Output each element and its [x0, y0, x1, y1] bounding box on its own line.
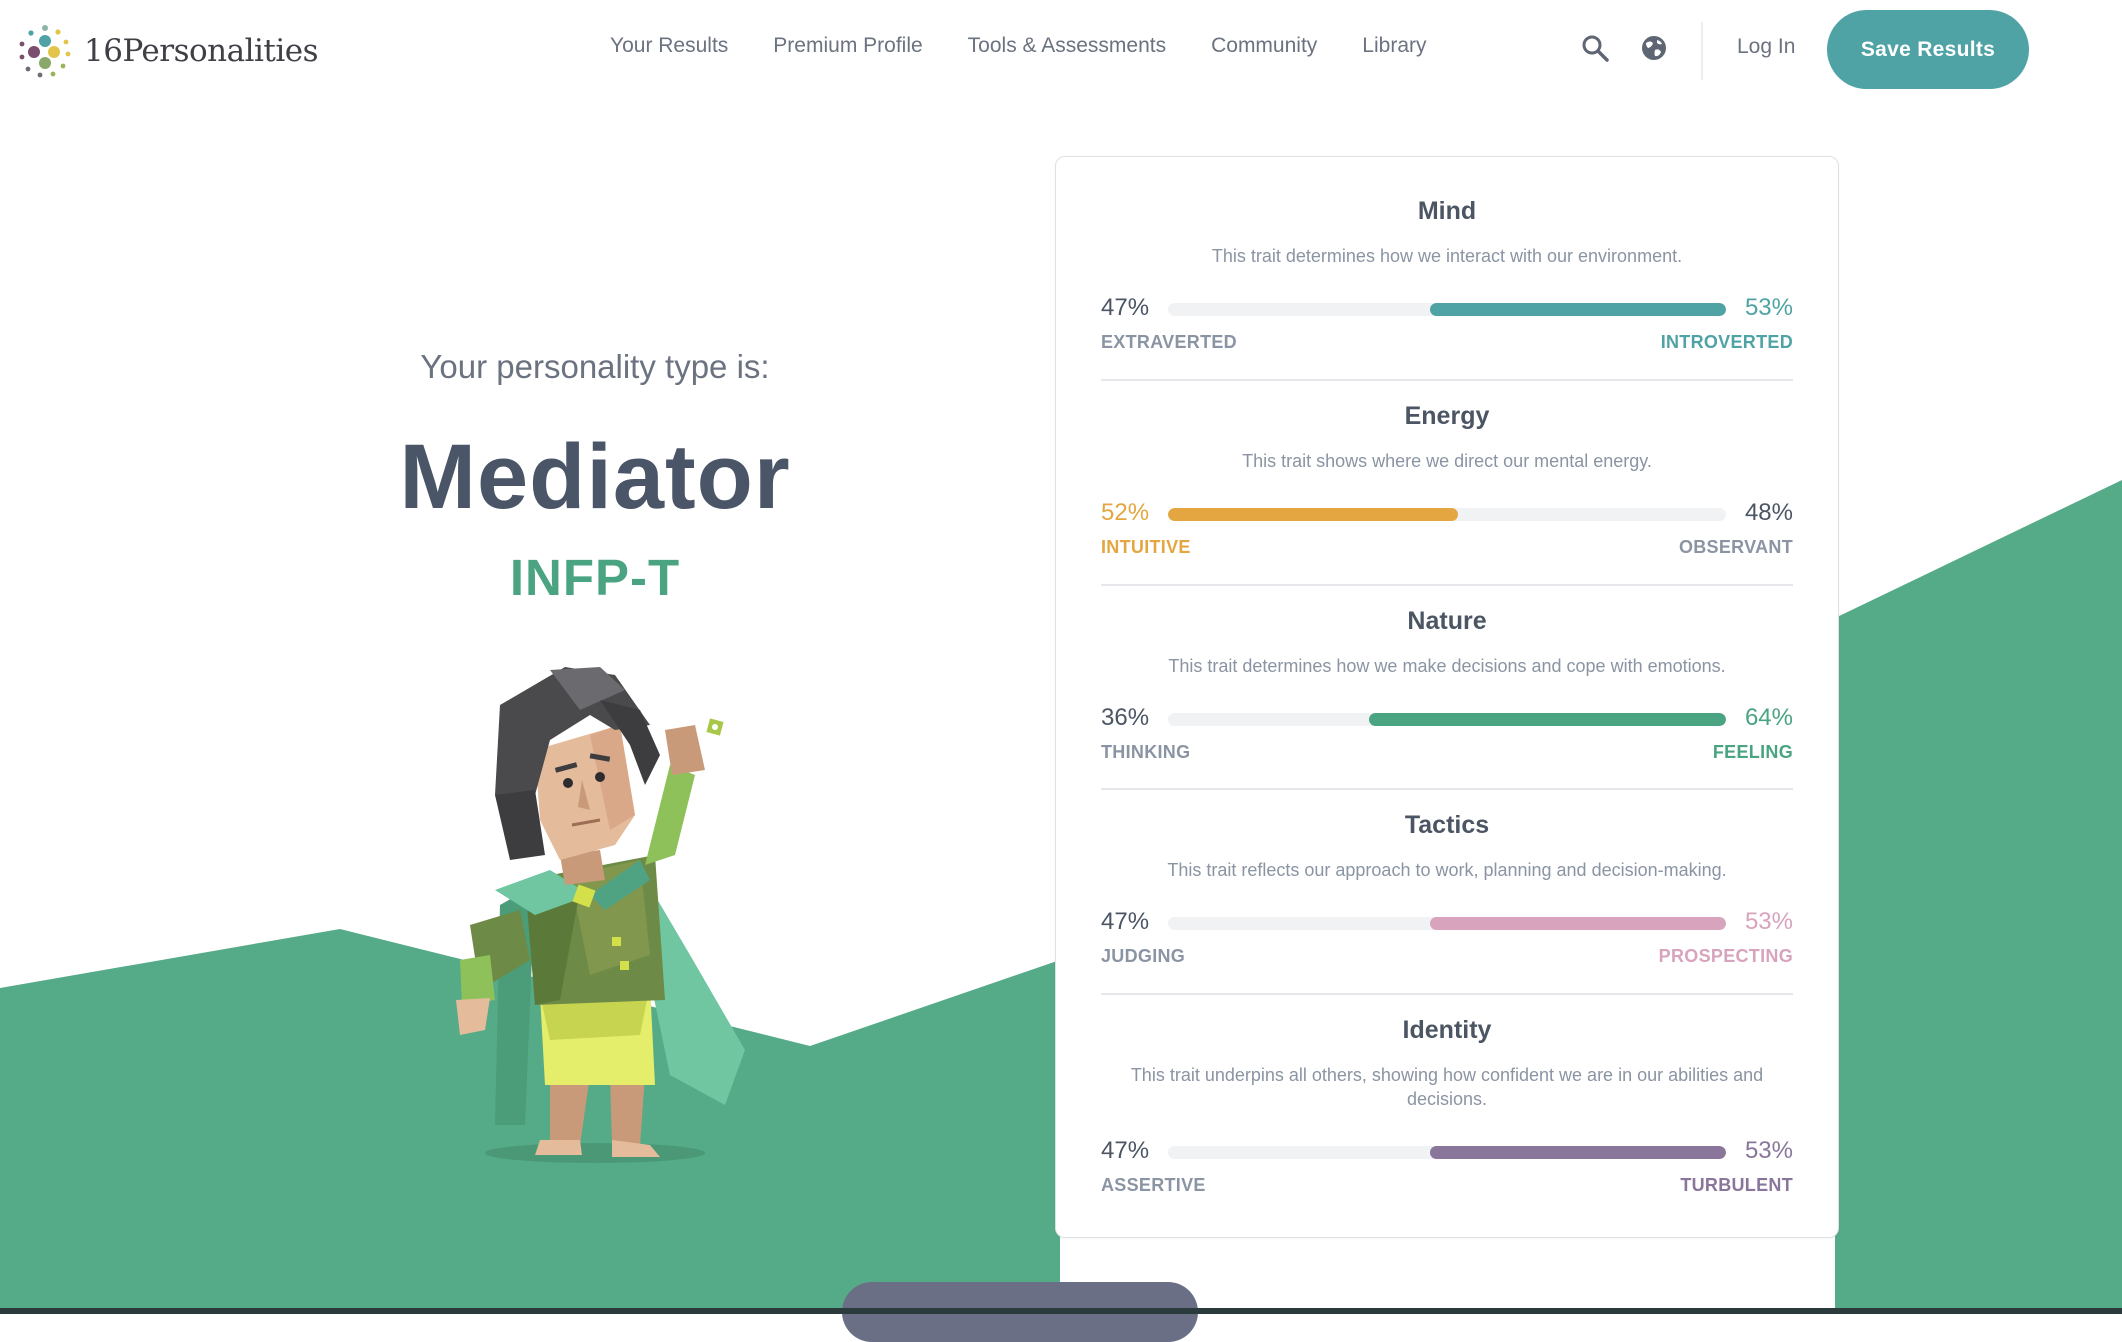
trait-bar-row: 52% 48% — [1101, 497, 1793, 531]
left-percentage: 36% — [1101, 704, 1150, 731]
trait-progress-bar — [1168, 1146, 1726, 1159]
trait-pole-labels: THINKING FEELING — [1101, 742, 1793, 766]
right-pole-label: PROSPECTING — [1658, 946, 1793, 966]
hero-intro-text: Your personality type is: — [420, 348, 770, 385]
trait-bar-fill — [1430, 1146, 1726, 1159]
trait-description: This trait reflects our approach to work… — [1167, 860, 1727, 880]
trait-separator — [1101, 788, 1793, 790]
trait-energy: Energy This trait shows where we direct … — [1101, 402, 1793, 561]
trait-title: Energy — [1404, 402, 1490, 430]
trait-title: Mind — [1417, 197, 1477, 225]
nav-library[interactable]: Library — [1362, 34, 1426, 58]
trait-progress-bar — [1168, 508, 1726, 521]
logo-icon — [19, 25, 71, 78]
right-percentage: 64% — [1744, 704, 1793, 731]
left-pole-label: EXTRAVERTED — [1101, 332, 1237, 352]
right-pole-label: TURBULENT — [1680, 1175, 1793, 1195]
main-nav: Your Results Premium Profile Tools & Ass… — [610, 34, 1472, 58]
trait-separator — [1101, 584, 1793, 586]
personality-type-code: INFP-T — [509, 549, 681, 606]
login-link[interactable]: Log In — [1737, 35, 1795, 59]
right-percentage: 53% — [1744, 908, 1793, 935]
left-percentage: 47% — [1101, 908, 1150, 935]
left-pole-label: ASSERTIVE — [1101, 1175, 1206, 1195]
mediator-character-illustration — [456, 667, 745, 1163]
trait-bar-row: 47% 53% — [1101, 906, 1793, 940]
right-pole-label: FEELING — [1712, 742, 1793, 762]
trait-separator — [1101, 379, 1793, 381]
trait-bar-row: 36% 64% — [1101, 702, 1793, 736]
left-pole-label: INTUITIVE — [1101, 537, 1191, 557]
trait-bar-fill — [1430, 917, 1726, 930]
trait-bar-fill — [1168, 508, 1459, 521]
search-icon[interactable] — [1579, 32, 1611, 64]
trait-pole-labels: INTUITIVE OBSERVANT — [1101, 537, 1793, 561]
globe-icon[interactable] — [1638, 32, 1670, 64]
right-percentage: 53% — [1744, 294, 1793, 321]
trait-progress-bar — [1168, 917, 1726, 930]
trait-bar-fill — [1368, 713, 1726, 726]
trait-progress-bar — [1168, 303, 1726, 316]
trait-separator — [1101, 993, 1793, 995]
trait-description: This trait determines how we interact wi… — [1211, 246, 1683, 266]
nav-community[interactable]: Community — [1211, 34, 1317, 58]
top-navigation-bar: 16Personalities Your Results Premium Pro… — [0, 0, 2122, 100]
right-pole-label: OBSERVANT — [1678, 537, 1793, 557]
bottom-strip — [0, 1308, 2122, 1314]
left-pole-label: JUDGING — [1101, 946, 1186, 966]
personality-type-name: Mediator — [399, 426, 791, 528]
trait-title: Identity — [1402, 1016, 1492, 1044]
left-pole-label: THINKING — [1101, 742, 1191, 762]
left-percentage: 47% — [1101, 1137, 1150, 1164]
trait-bar-fill — [1430, 303, 1726, 316]
right-pole-label: INTROVERTED — [1660, 332, 1793, 352]
trait-description: This trait determines how we make decisi… — [1168, 656, 1726, 676]
trait-pole-labels: ASSERTIVE TURBULENT — [1101, 1175, 1793, 1199]
logo-text: 16Personalities — [84, 33, 319, 69]
trait-progress-bar — [1168, 713, 1726, 726]
left-percentage: 47% — [1101, 294, 1150, 321]
trait-bar-row: 47% 53% — [1101, 1135, 1793, 1169]
trait-title: Tactics — [1404, 811, 1490, 839]
right-percentage: 53% — [1744, 1137, 1793, 1164]
left-percentage: 52% — [1101, 499, 1150, 526]
trait-bar-row: 47% 53% — [1101, 292, 1793, 326]
traits-card: Mind This trait determines how we intera… — [1055, 156, 1839, 1238]
nav-premium-profile[interactable]: Premium Profile — [773, 34, 922, 58]
trait-pole-labels: EXTRAVERTED INTROVERTED — [1101, 332, 1793, 356]
trait-title: Nature — [1407, 607, 1487, 635]
right-percentage: 48% — [1744, 499, 1793, 526]
trait-description: This trait underpins all others, showing… — [1130, 1065, 1764, 1109]
trait-mind: Mind This trait determines how we intera… — [1101, 197, 1793, 356]
trait-tactics: Tactics This trait reflects our approach… — [1101, 811, 1793, 970]
site-logo[interactable]: 16Personalities — [14, 20, 319, 82]
nav-your-results[interactable]: Your Results — [610, 34, 728, 58]
trait-pole-labels: JUDGING PROSPECTING — [1101, 946, 1793, 970]
nav-tools-assessments[interactable]: Tools & Assessments — [968, 34, 1166, 58]
trait-nature: Nature This trait determines how we make… — [1101, 607, 1793, 766]
trait-identity: Identity This trait underpins all others… — [1101, 1016, 1793, 1199]
header-divider — [1701, 22, 1703, 80]
save-results-button[interactable]: Save Results — [1827, 10, 2029, 89]
trait-description: This trait shows where we direct our men… — [1242, 451, 1652, 471]
